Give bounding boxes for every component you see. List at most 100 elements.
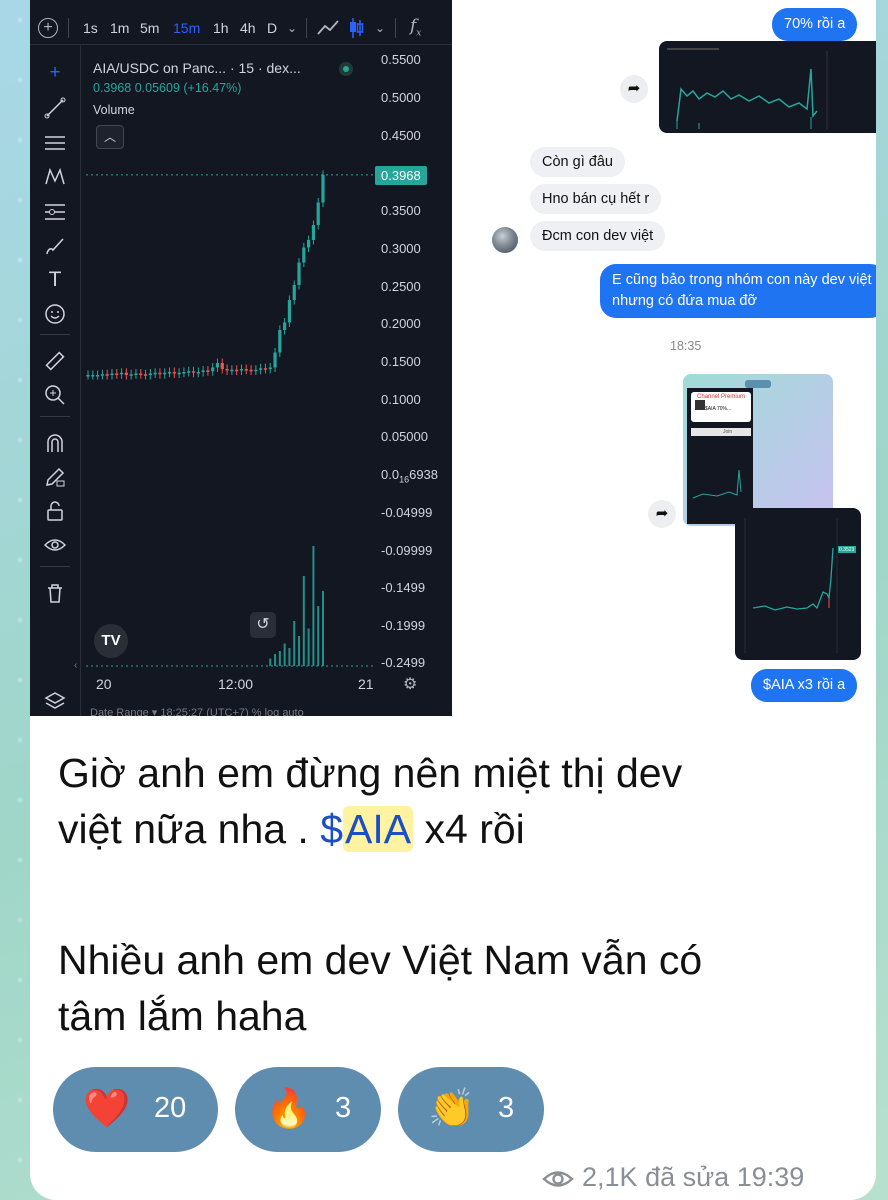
volume-bar (322, 591, 324, 666)
reaction-fire[interactable]: 🔥 3 (235, 1067, 381, 1152)
sender-avatar[interactable] (492, 227, 518, 253)
candle (307, 240, 311, 248)
volume-bar (302, 576, 305, 666)
reaction-count: 20 (154, 1092, 187, 1124)
candle (283, 322, 287, 330)
edited-label: đã sửa (645, 1162, 730, 1192)
candle (119, 372, 124, 375)
candle (278, 330, 282, 353)
reaction-heart[interactable]: ❤️ 20 (53, 1067, 218, 1152)
candle (211, 367, 215, 372)
volume-bar (288, 648, 291, 666)
eye-icon (542, 1171, 574, 1187)
candle (273, 352, 277, 368)
candle (268, 367, 272, 369)
chart-settings-icon[interactable]: ⚙ (403, 674, 417, 694)
candle (292, 285, 296, 300)
candle (321, 174, 325, 203)
volume-bar (312, 546, 315, 666)
candle (201, 370, 205, 372)
caption-line: việt nữa nha . $AIA x4 rồi (58, 806, 525, 852)
price-axis-label: 0.1000 (381, 392, 421, 407)
post-time: 19:39 (736, 1162, 805, 1192)
candle (259, 368, 263, 370)
candle (254, 369, 258, 372)
post-card: + 1s 1m 5m 15m 1h 4h D ⌄ ⌄ fx + T ‹ AIA/… (30, 0, 876, 1200)
volume-bar (278, 651, 281, 666)
chart-screenshot: + 1s 1m 5m 15m 1h 4h D ⌄ ⌄ fx + T ‹ AIA/… (30, 0, 452, 716)
volume-bar (317, 606, 320, 666)
current-price-tag: 0.3968 (375, 166, 427, 185)
fire-icon: 🔥 (265, 1088, 313, 1130)
candle (187, 371, 191, 373)
candle (134, 373, 138, 375)
price-axis-label: 0.2500 (381, 279, 421, 294)
forward-icon[interactable]: ➦ (648, 500, 676, 528)
message-out: 70% rồi a (772, 8, 858, 41)
candle (249, 369, 253, 372)
chart-thumbnail-image[interactable]: 0.3523 (735, 508, 861, 660)
candle (158, 372, 162, 375)
candle (91, 375, 95, 377)
message-in: Hno bán cụ hết r (530, 184, 662, 214)
candle (239, 369, 244, 371)
reaction-count: 3 (498, 1092, 515, 1124)
inner-card-title: Channel Premium (697, 394, 746, 400)
hashtag-link[interactable]: $AIA (320, 806, 414, 852)
thumbnail-chart-2 (744, 518, 856, 653)
message-in: Còn gì đâu (530, 147, 625, 177)
candle (287, 300, 292, 323)
candle (129, 374, 133, 376)
candle (196, 372, 200, 374)
inner-card-button: Join (723, 429, 733, 435)
candle (206, 370, 210, 372)
reset-chart-button[interactable]: ↺ (250, 612, 276, 638)
thumbnail-chart (667, 48, 828, 129)
price-axis-label: -0.1999 (381, 618, 426, 633)
candle (153, 372, 157, 375)
candle (191, 371, 196, 373)
chart-thumbnail-image[interactable] (659, 41, 876, 133)
price-axis-label: 0.0166938 (381, 467, 439, 485)
price-axis-label: 0.5500 (381, 52, 421, 67)
view-count: 2,1K (582, 1162, 638, 1192)
volume-bar (283, 643, 286, 666)
volume-bar (307, 628, 310, 666)
candle (95, 375, 100, 377)
reaction-clap[interactable]: 👏 3 (398, 1067, 544, 1152)
caption-text: Giờ anh em đừng nên miệt thị dev việt nữ… (58, 745, 838, 857)
price-axis-label: 0.3000 (381, 241, 421, 256)
price-axis-label: 0.3500 (381, 203, 421, 218)
time-axis-label: 12:00 (218, 676, 254, 692)
clap-icon: 👏 (428, 1088, 476, 1130)
candle (220, 363, 224, 369)
candle (230, 369, 234, 372)
price-axis-label: 0.05000 (381, 429, 428, 444)
chart-bottom-bar: Date Range ▾ 18:25:27 (UTC+7) % log auto (90, 707, 304, 716)
chat-timestamp: 18:35 (670, 339, 702, 353)
volume-bar (269, 658, 272, 666)
heart-icon: ❤️ (83, 1088, 131, 1130)
candle (235, 369, 239, 372)
message-in: Đcm con dev việt (530, 221, 666, 251)
caption-line: Nhiều anh em dev Việt Nam vẫn có (58, 937, 703, 983)
price-axis-label: -0.1499 (381, 580, 426, 595)
price-axis-label: -0.04999 (381, 505, 433, 520)
price-axis-label: 0.2000 (381, 316, 421, 331)
forward-icon[interactable]: ➦ (620, 75, 648, 103)
candle (110, 373, 114, 375)
candle (139, 373, 143, 375)
candle (100, 374, 104, 376)
volume-bar (274, 654, 277, 666)
time-axis-label: 21 (358, 676, 374, 692)
candle (263, 368, 268, 370)
candle (115, 373, 119, 375)
candle (316, 202, 320, 225)
chat-screenshot: 70% rồi a ➦ Còn gì đâu Hno bán cụ hết r … (452, 0, 876, 716)
forwarded-screenshot-image[interactable]: Channel Premium $AIA 70%... Join (683, 374, 833, 526)
time-axis-label: 20 (96, 676, 112, 692)
candle (172, 372, 176, 374)
price-axis-label: 0.5000 (381, 90, 421, 105)
volume-bar (293, 621, 296, 666)
candle (143, 374, 148, 376)
